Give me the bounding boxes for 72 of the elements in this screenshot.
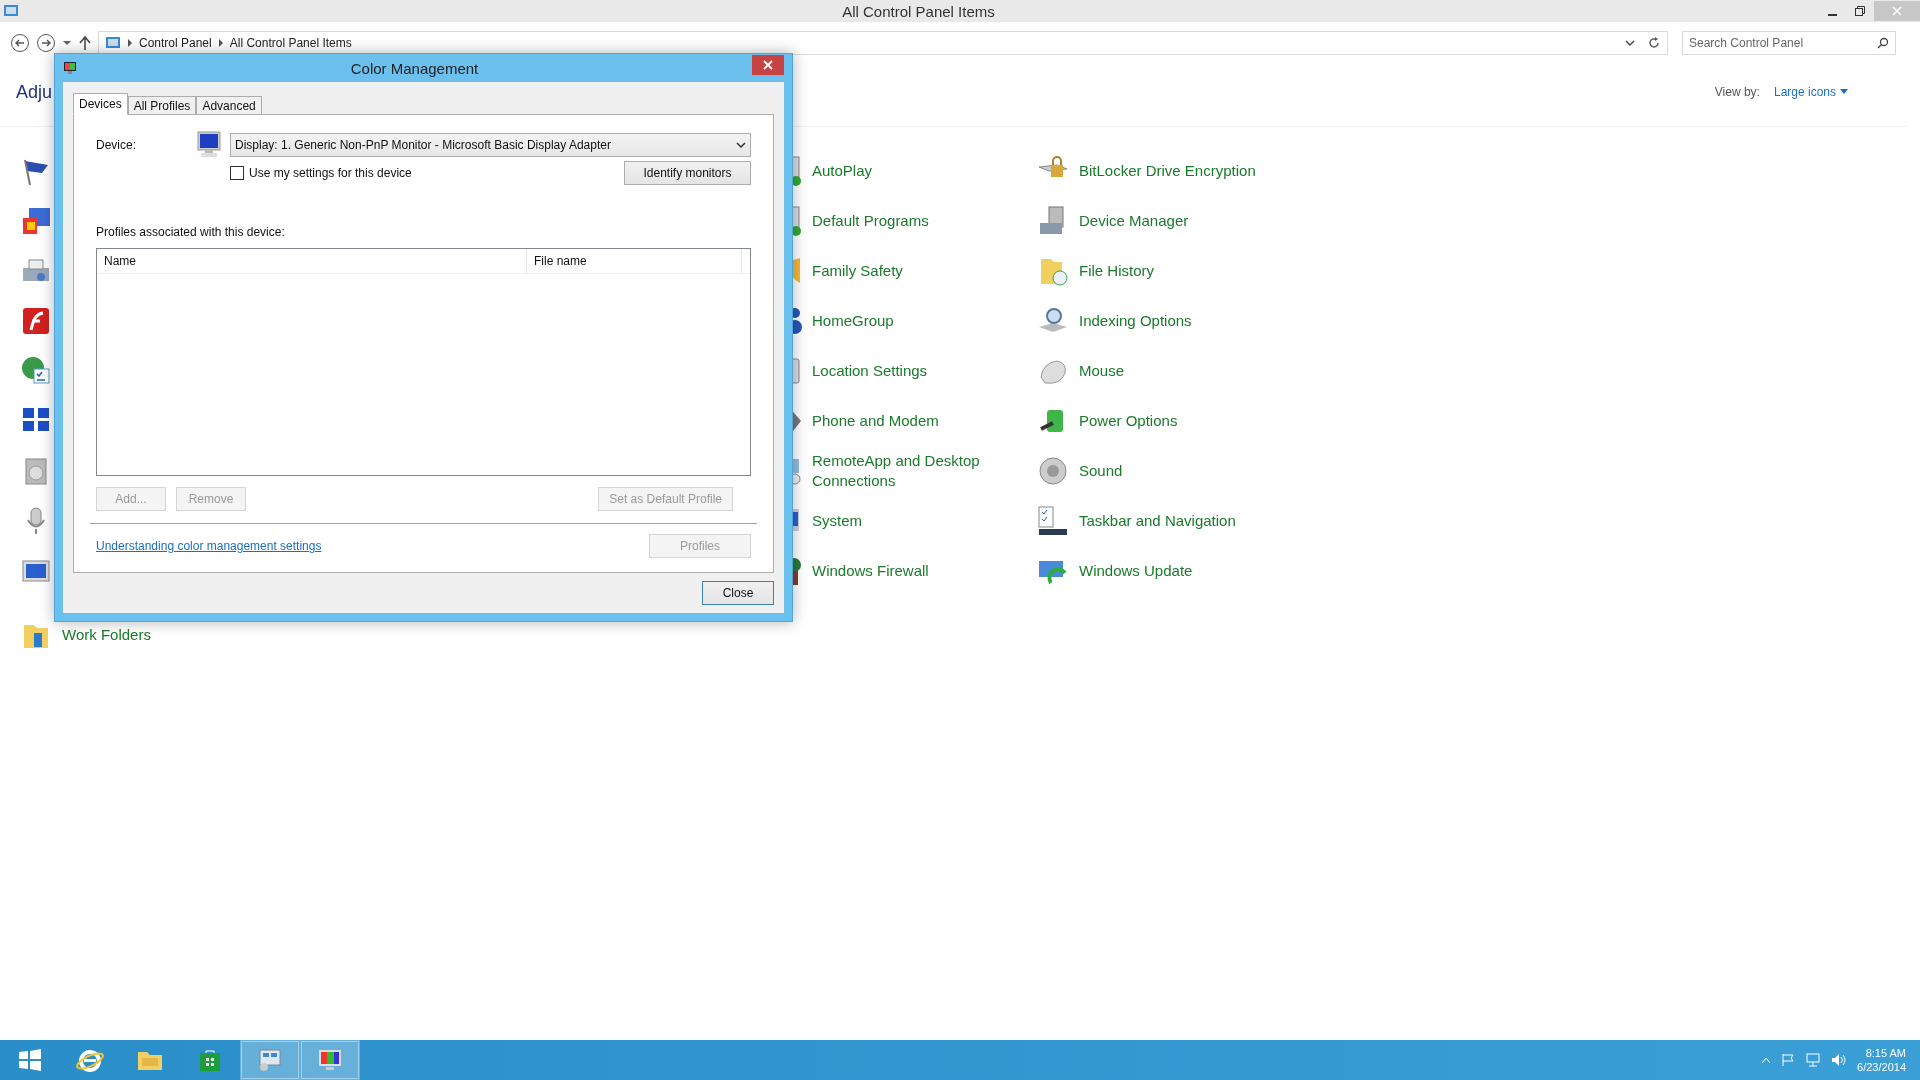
taskbar-button[interactable] bbox=[300, 1040, 360, 1080]
tab[interactable]: Advanced bbox=[196, 96, 262, 115]
dialog-title: Color Management bbox=[349, 59, 480, 77]
chevron-right-icon bbox=[127, 39, 133, 47]
view-by-label: View by: bbox=[1714, 85, 1760, 99]
control-panel-icon bbox=[105, 36, 121, 50]
control-panel-link[interactable]: Location Settings bbox=[812, 361, 928, 381]
restore-icon bbox=[1855, 6, 1865, 16]
control-panel-link[interactable]: Windows Firewall bbox=[812, 561, 929, 581]
forward-button[interactable] bbox=[36, 33, 56, 53]
shopping-bag-icon bbox=[198, 1048, 222, 1072]
column-header[interactable]: Name bbox=[97, 249, 527, 273]
control-panel-link[interactable]: System bbox=[812, 511, 862, 531]
close-dialog-button[interactable]: Close bbox=[702, 581, 774, 605]
color-monitor-icon bbox=[63, 61, 77, 75]
search-icon[interactable] bbox=[1877, 37, 1889, 49]
control-panel-icon bbox=[256, 1048, 284, 1072]
speaker-icon[interactable] bbox=[1831, 1053, 1848, 1067]
monitor-icon bbox=[196, 131, 222, 159]
close-icon bbox=[1892, 6, 1902, 16]
view-by-dropdown[interactable]: Large icons bbox=[1773, 85, 1848, 99]
control-panel-link[interactable]: Power Options bbox=[1079, 411, 1178, 431]
recent-dropdown-button[interactable] bbox=[62, 38, 72, 48]
window-title: All Control Panel Items bbox=[841, 2, 996, 20]
flash-icon bbox=[20, 305, 52, 337]
speaker-icon bbox=[1037, 455, 1069, 487]
control-panel-link[interactable]: Taskbar and Navigation bbox=[1079, 511, 1236, 531]
control-panel-link[interactable]: BitLocker Drive Encryption bbox=[1079, 161, 1256, 181]
control-panel-link[interactable]: Default Programs bbox=[812, 211, 929, 231]
windows-logo-icon bbox=[18, 1048, 42, 1072]
color-monitor-icon bbox=[316, 1048, 344, 1072]
caret-down-icon bbox=[1840, 89, 1848, 95]
control-panel-link[interactable]: Mouse bbox=[1079, 361, 1125, 381]
close-icon bbox=[763, 60, 773, 70]
page-heading: Adju bbox=[16, 81, 53, 103]
control-panel-link[interactable]: AutoPlay bbox=[812, 161, 873, 181]
profiles-label: Profiles associated with this device: bbox=[96, 225, 286, 239]
chevron-right-icon bbox=[217, 39, 224, 47]
control-panel-link[interactable]: Family Safety bbox=[812, 261, 903, 281]
control-panel-link[interactable]: Phone and Modem bbox=[812, 411, 939, 431]
control-panel-link[interactable]: Work Folders bbox=[62, 625, 151, 645]
breadcrumb[interactable]: All Control Panel Items bbox=[229, 36, 352, 50]
control-panel-link[interactable]: HomeGroup bbox=[812, 311, 894, 331]
use-my-settings-checkbox[interactable]: Use my settings for this device bbox=[230, 166, 412, 180]
tab[interactable]: Devices bbox=[73, 93, 128, 115]
search-field[interactable]: Search Control Panel bbox=[1682, 31, 1896, 55]
control-panel-link[interactable]: RemoteApp and Desktop Connections bbox=[812, 451, 1007, 491]
color-monitor-icon bbox=[20, 205, 52, 237]
control-panel-link[interactable]: Sound bbox=[1079, 461, 1123, 481]
device-dropdown[interactable]: Display: 1. Generic Non-PnP Monitor - Microsoft Basic Display Adapter bbox=[230, 133, 751, 157]
help-link[interactable]: Understanding color management settings bbox=[96, 539, 322, 553]
refresh-icon[interactable] bbox=[1647, 36, 1661, 50]
breadcrumb[interactable]: Control Panel bbox=[139, 36, 212, 50]
control-panel-link[interactable]: Windows Update bbox=[1079, 561, 1193, 581]
globe-checklist-icon bbox=[20, 355, 52, 387]
chevron-down-icon[interactable] bbox=[1625, 39, 1635, 47]
checklist-taskbar-icon bbox=[1037, 505, 1069, 537]
back-button[interactable] bbox=[10, 33, 30, 53]
identify-monitors-button[interactable]: Identify monitors bbox=[624, 161, 751, 185]
column-header[interactable]: File name bbox=[527, 249, 742, 273]
control-panel-icon bbox=[3, 3, 19, 19]
device-label: Device: bbox=[96, 138, 137, 152]
control-panel-link[interactable]: File History bbox=[1079, 261, 1154, 281]
clock[interactable]: 8:15 AM 6/23/2014 bbox=[1857, 1046, 1906, 1074]
tab[interactable]: All Profiles bbox=[127, 96, 197, 115]
close-button[interactable] bbox=[752, 55, 784, 75]
control-panel-link[interactable]: Indexing Options bbox=[1079, 311, 1192, 331]
up-button[interactable] bbox=[78, 35, 92, 51]
chevron-down-icon bbox=[736, 141, 746, 149]
control-panel-link[interactable]: Device Manager bbox=[1079, 211, 1189, 231]
caret-up-icon[interactable] bbox=[1761, 1056, 1772, 1064]
minimize-icon bbox=[1827, 13, 1837, 16]
